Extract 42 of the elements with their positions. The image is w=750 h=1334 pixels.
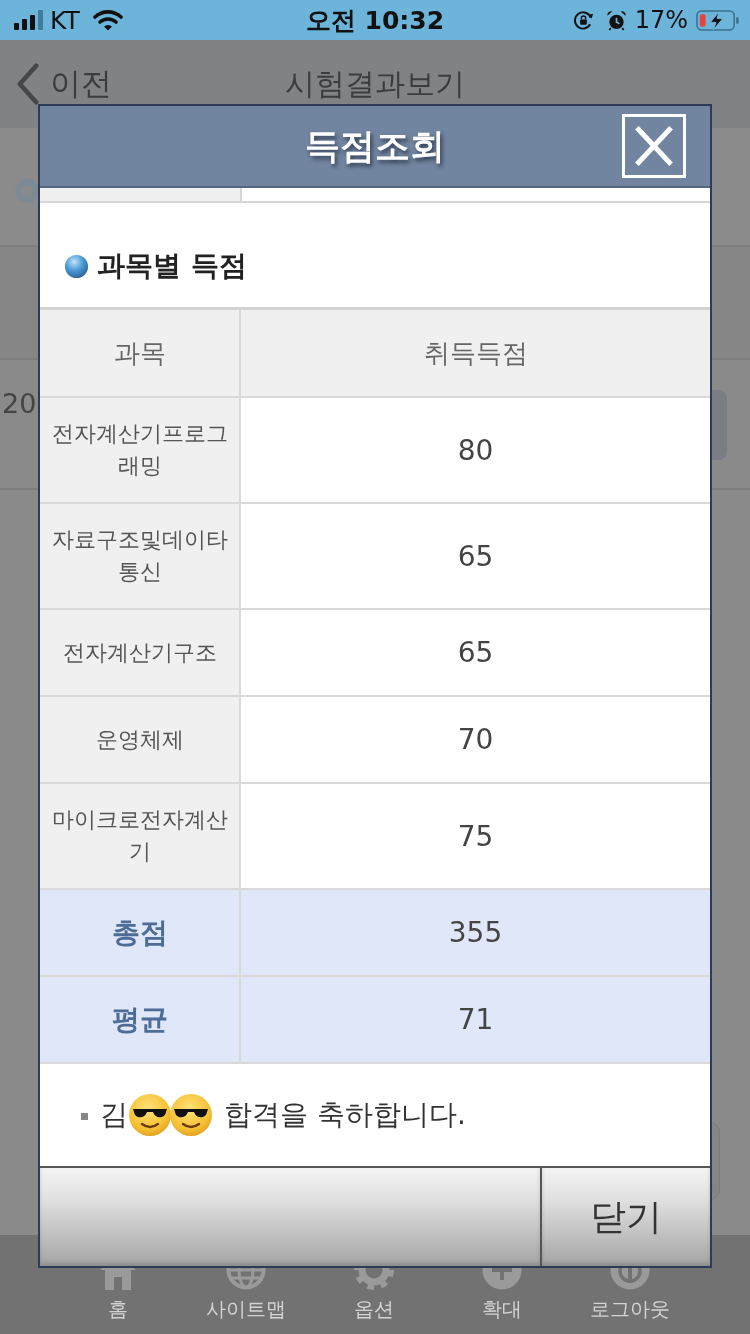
alarm-clock-icon	[605, 9, 627, 31]
table-cell: 355	[241, 890, 710, 977]
dialog-title: 득점조회	[305, 124, 445, 168]
rotation-lock-icon	[572, 9, 594, 31]
page-table-cell: 20	[2, 388, 37, 419]
table-cell: 전자계산기프로그래밍	[40, 398, 241, 504]
sunglasses-emoji-icon	[128, 1093, 172, 1137]
table-cell: 마이크로전자계산기	[40, 784, 241, 890]
tab-bar-item[interactable]: 옵션	[354, 1268, 394, 1323]
clock-time: 오전 10:32	[305, 5, 445, 35]
globe-icon	[226, 1268, 266, 1290]
house-icon	[98, 1268, 138, 1290]
battery-icon	[696, 9, 740, 31]
carrier-name: KT	[50, 5, 80, 35]
column-header: 과목	[40, 310, 241, 398]
table-cell: 전자계산기구조	[40, 610, 241, 697]
back-button[interactable]: 이전	[0, 63, 112, 105]
bullet-icon	[64, 253, 89, 279]
close-icon	[632, 124, 676, 168]
bullet-icon	[81, 1112, 88, 1120]
signal-icon	[14, 10, 43, 30]
tab-bar-item[interactable]: 사이트맵	[206, 1268, 286, 1323]
blank-button[interactable]	[40, 1168, 540, 1266]
sunglasses-emoji-icon	[169, 1093, 213, 1137]
battery-percent: 17%	[634, 6, 688, 34]
bullet-icon	[14, 177, 40, 204]
table-cell: 평균	[40, 977, 241, 1064]
wifi-icon	[92, 9, 123, 31]
name-text: 김	[100, 1097, 128, 1133]
tab-bar-item[interactable]: 홈	[98, 1268, 138, 1323]
column-header: 취득득점	[241, 310, 710, 398]
page-title: 시험결과보기	[285, 64, 465, 103]
chevron-left-icon	[16, 63, 40, 105]
gear-icon	[354, 1268, 394, 1290]
table-cell: 자료구조및데이타통신	[40, 504, 241, 610]
table-cell: 총점	[40, 890, 241, 977]
congratulation-text: 합격을 축하합니다.	[224, 1097, 466, 1133]
close-dialog-button[interactable]: 닫기	[540, 1168, 710, 1266]
close-button[interactable]	[622, 114, 686, 178]
section-title: 과목별 득점	[97, 248, 247, 284]
table-cell: 71	[241, 977, 710, 1064]
table-cell: 운영체제	[40, 697, 241, 784]
